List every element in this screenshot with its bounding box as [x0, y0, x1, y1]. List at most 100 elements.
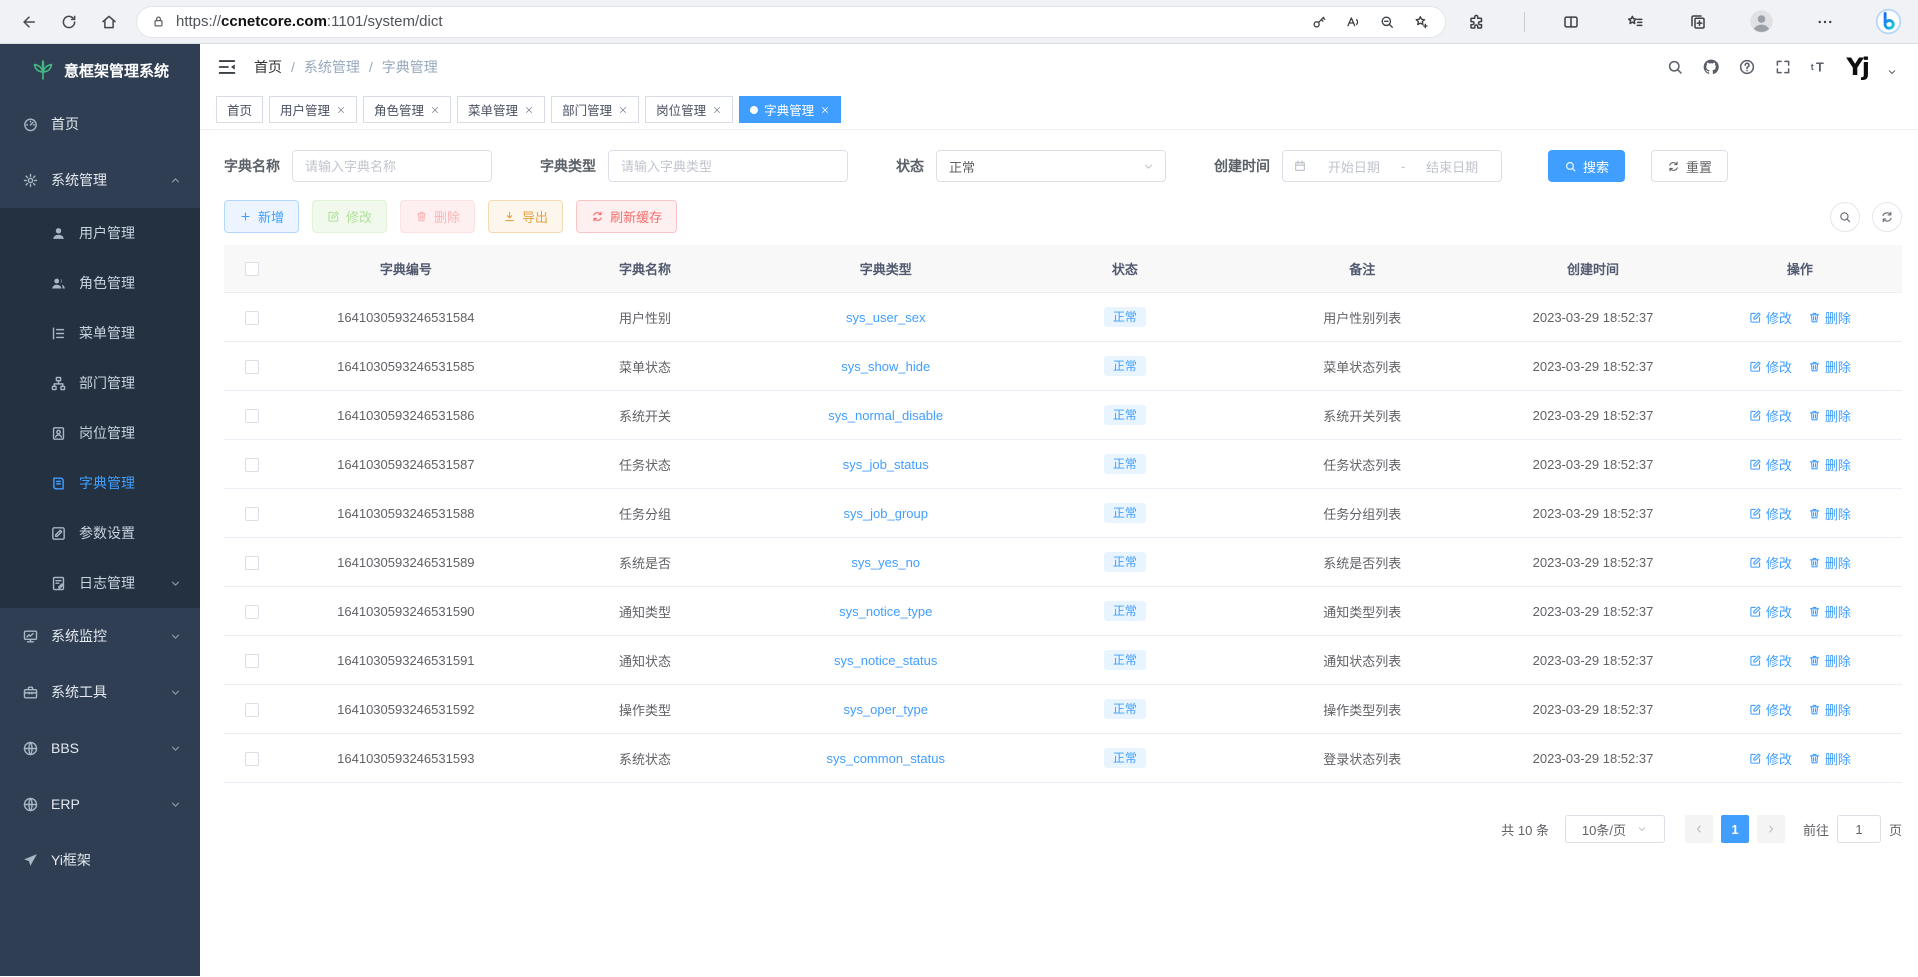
sidebar-item-bbs[interactable]: BBS: [0, 720, 200, 776]
row-edit-button[interactable]: 修改: [1749, 308, 1792, 327]
dict-type-link[interactable]: sys_common_status: [826, 751, 945, 766]
row-delete-button[interactable]: 删除: [1808, 553, 1851, 572]
sidebar-item-post[interactable]: 岗位管理: [0, 408, 200, 458]
user-logo[interactable]: Yj: [1846, 55, 1868, 79]
dict-name-input[interactable]: [292, 150, 492, 182]
row-delete-button[interactable]: 删除: [1808, 651, 1851, 670]
profile-icon[interactable]: [1745, 5, 1779, 39]
row-edit-button[interactable]: 修改: [1749, 553, 1792, 572]
row-checkbox[interactable]: [245, 752, 259, 766]
dict-type-link[interactable]: sys_show_hide: [841, 359, 930, 374]
prev-page-button[interactable]: [1685, 815, 1713, 843]
tab-post[interactable]: 岗位管理: [645, 96, 733, 123]
dict-type-link[interactable]: sys_notice_type: [839, 604, 932, 619]
close-icon[interactable]: [618, 105, 628, 115]
row-checkbox[interactable]: [245, 360, 259, 374]
row-checkbox[interactable]: [245, 605, 259, 619]
row-checkbox[interactable]: [245, 507, 259, 521]
sidebar-item-param[interactable]: 参数设置: [0, 508, 200, 558]
favorite-add-icon[interactable]: [1407, 8, 1435, 36]
more-icon[interactable]: [1808, 5, 1842, 39]
sidebar-item-user[interactable]: 用户管理: [0, 208, 200, 258]
back-icon[interactable]: [12, 5, 46, 39]
row-checkbox[interactable]: [245, 409, 259, 423]
row-delete-button[interactable]: 删除: [1808, 602, 1851, 621]
row-delete-button[interactable]: 删除: [1808, 357, 1851, 376]
page-number-button[interactable]: 1: [1721, 815, 1749, 843]
date-range-picker[interactable]: 开始日期 - 结束日期: [1282, 150, 1502, 182]
edit-button[interactable]: 修改: [312, 200, 387, 233]
reset-button[interactable]: 重置: [1651, 150, 1728, 182]
select-all-checkbox[interactable]: [245, 262, 259, 276]
row-edit-button[interactable]: 修改: [1749, 651, 1792, 670]
favorites-bar-icon[interactable]: [1618, 5, 1652, 39]
row-checkbox[interactable]: [245, 311, 259, 325]
key-icon[interactable]: [1305, 8, 1333, 36]
zoom-out-icon[interactable]: [1373, 8, 1401, 36]
sidebar-item-dept[interactable]: 部门管理: [0, 358, 200, 408]
split-screen-icon[interactable]: [1554, 5, 1588, 39]
extensions-icon[interactable]: [1460, 5, 1494, 39]
dict-type-link[interactable]: sys_normal_disable: [828, 408, 943, 423]
fullscreen-icon[interactable]: [1774, 58, 1792, 76]
row-checkbox[interactable]: [245, 654, 259, 668]
chevron-down-icon[interactable]: [1886, 66, 1898, 78]
tab-role[interactable]: 角色管理: [363, 96, 451, 123]
row-edit-button[interactable]: 修改: [1749, 357, 1792, 376]
row-delete-button[interactable]: 删除: [1808, 700, 1851, 719]
sidebar-item-role[interactable]: 角色管理: [0, 258, 200, 308]
row-delete-button[interactable]: 删除: [1808, 455, 1851, 474]
row-checkbox[interactable]: [245, 703, 259, 717]
close-icon[interactable]: [712, 105, 722, 115]
tab-home[interactable]: 首页: [216, 96, 263, 123]
copilot-icon[interactable]: [1872, 5, 1906, 39]
row-edit-button[interactable]: 修改: [1749, 602, 1792, 621]
row-edit-button[interactable]: 修改: [1749, 504, 1792, 523]
address-bar[interactable]: https://ccnetcore.com:1101/system/dict: [136, 6, 1446, 38]
sidebar-item-log[interactable]: 日志管理: [0, 558, 200, 608]
tab-menu[interactable]: 菜单管理: [457, 96, 545, 123]
sidebar-item-yi[interactable]: Yi框架: [0, 832, 200, 888]
dict-type-link[interactable]: sys_job_status: [843, 457, 929, 472]
sidebar-item-monitor[interactable]: 系统监控: [0, 608, 200, 664]
status-select[interactable]: 正常: [936, 150, 1166, 182]
read-aloud-icon[interactable]: [1339, 8, 1367, 36]
tab-dept[interactable]: 部门管理: [551, 96, 639, 123]
github-icon[interactable]: [1702, 58, 1720, 76]
dict-type-input[interactable]: [608, 150, 848, 182]
row-delete-button[interactable]: 删除: [1808, 308, 1851, 327]
refresh-icon[interactable]: [52, 5, 86, 39]
sidebar-item-system[interactable]: 系统管理: [0, 152, 200, 208]
row-edit-button[interactable]: 修改: [1749, 455, 1792, 474]
row-checkbox[interactable]: [245, 556, 259, 570]
dict-type-link[interactable]: sys_user_sex: [846, 310, 925, 325]
row-edit-button[interactable]: 修改: [1749, 700, 1792, 719]
close-icon[interactable]: [430, 105, 440, 115]
fold-menu-icon[interactable]: [216, 56, 238, 78]
sidebar-item-dict[interactable]: 字典管理: [0, 458, 200, 508]
sidebar-item-menu[interactable]: 菜单管理: [0, 308, 200, 358]
search-button[interactable]: 搜索: [1548, 150, 1625, 182]
row-delete-button[interactable]: 删除: [1808, 504, 1851, 523]
export-button[interactable]: 导出: [488, 200, 563, 233]
close-icon[interactable]: [336, 105, 346, 115]
dict-type-link[interactable]: sys_notice_status: [834, 653, 937, 668]
font-size-icon[interactable]: tT: [1810, 58, 1828, 76]
next-page-button[interactable]: [1757, 815, 1785, 843]
add-button[interactable]: 新增: [224, 200, 299, 233]
home-icon[interactable]: [92, 5, 126, 39]
collections-icon[interactable]: [1681, 5, 1715, 39]
search-icon[interactable]: [1666, 58, 1684, 76]
sidebar-item-erp[interactable]: ERP: [0, 776, 200, 832]
row-delete-button[interactable]: 删除: [1808, 749, 1851, 768]
dict-type-link[interactable]: sys_yes_no: [851, 555, 920, 570]
row-checkbox[interactable]: [245, 458, 259, 472]
delete-button[interactable]: 删除: [400, 200, 475, 233]
row-delete-button[interactable]: 删除: [1808, 406, 1851, 425]
show-search-button[interactable]: [1830, 202, 1860, 232]
dict-type-link[interactable]: sys_oper_type: [843, 702, 928, 717]
breadcrumb-item[interactable]: 首页: [254, 57, 282, 77]
refresh-cache-button[interactable]: 刷新缓存: [576, 200, 677, 233]
dict-type-link[interactable]: sys_job_group: [843, 506, 928, 521]
tab-user[interactable]: 用户管理: [269, 96, 357, 123]
